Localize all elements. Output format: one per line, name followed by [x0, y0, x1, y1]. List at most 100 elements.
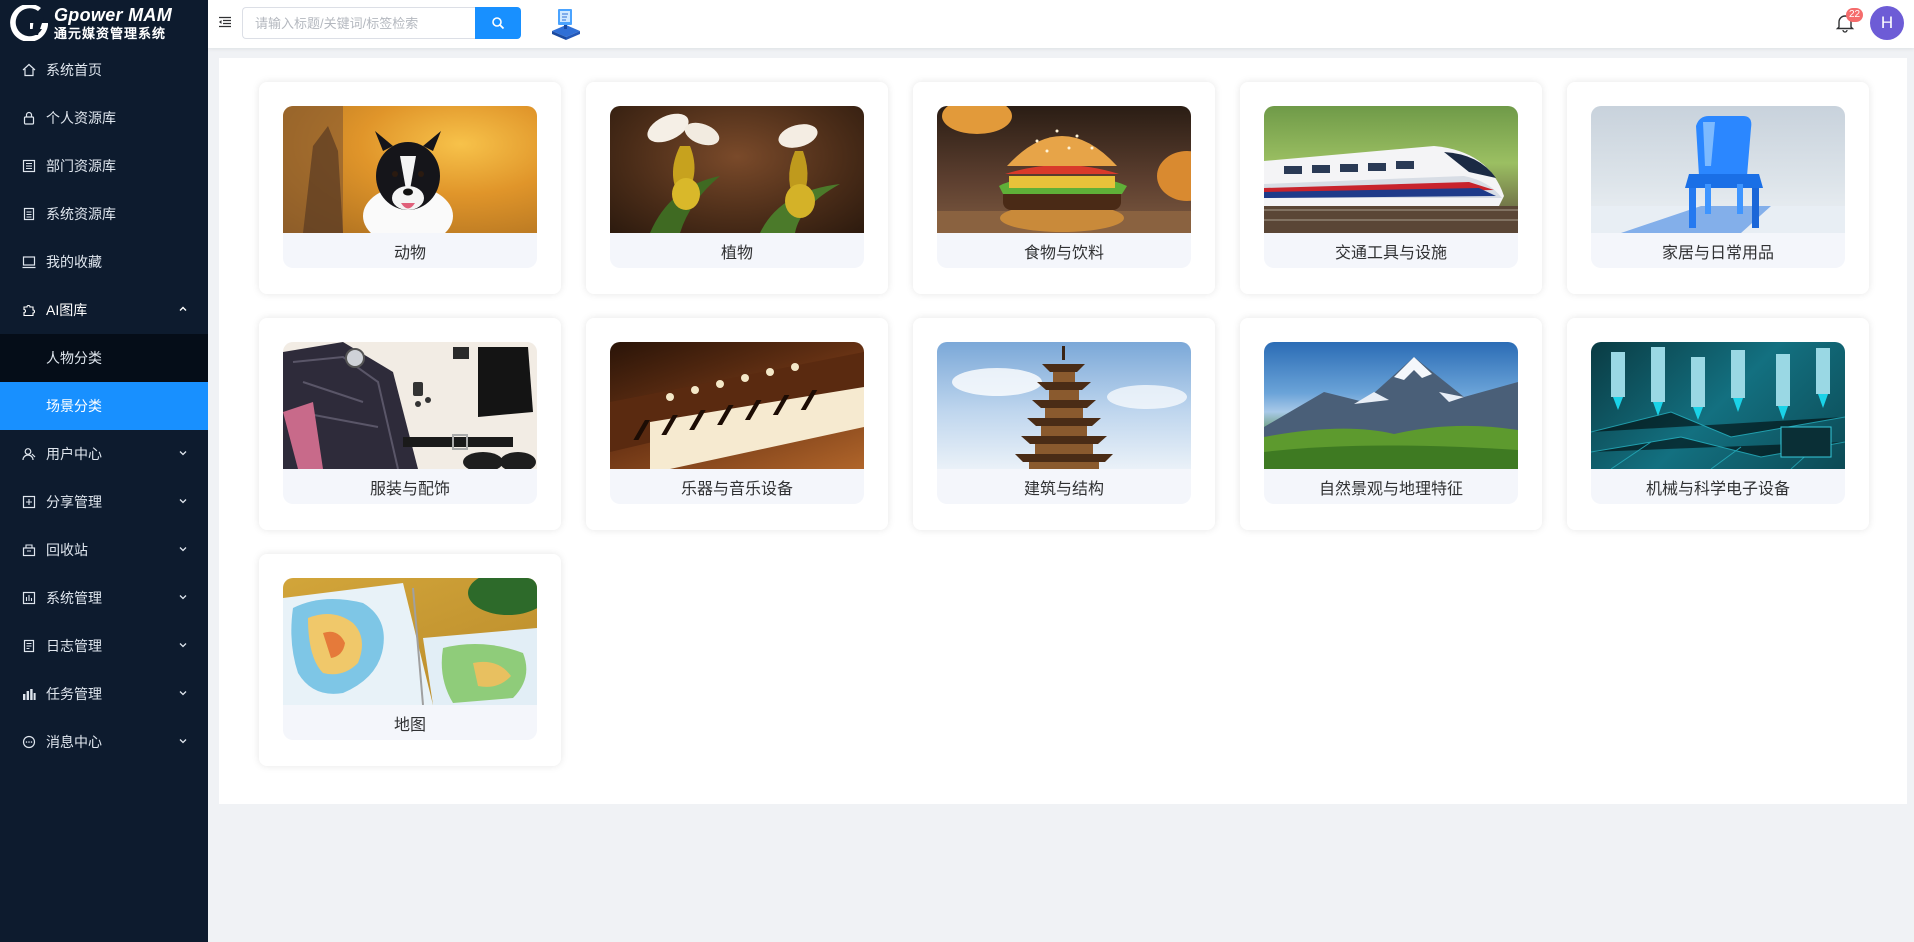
category-image-train [1264, 106, 1518, 233]
category-card-technology[interactable]: 机械与科学电子设备 [1567, 318, 1869, 530]
top-header: 22 H [208, 0, 1914, 48]
gpower-logo-icon [10, 5, 48, 41]
sidebar-item-log-management[interactable]: 日志管理 [0, 622, 208, 670]
sidebar-menu: 系统首页 个人资源库 部门资源库 系统资源库 我的收藏 AI图库 人物分类 场景… [0, 46, 208, 766]
category-card-nature[interactable]: 自然景观与地理特征 [1240, 318, 1542, 530]
category-image-mountain [1264, 342, 1518, 469]
category-card-animal[interactable]: 动物 [259, 82, 561, 294]
category-image-piano [610, 342, 864, 469]
sidebar-item-home[interactable]: 系统首页 [0, 46, 208, 94]
sidebar-item-label: 系统首页 [46, 62, 102, 78]
sidebar-item-label: 系统资源库 [46, 206, 116, 222]
category-image-clothes [283, 342, 537, 469]
ai-gallery-submenu: 人物分类 场景分类 [0, 334, 208, 430]
log-icon [23, 639, 35, 653]
chevron-down-icon [179, 451, 187, 456]
chevron-down-icon [179, 739, 187, 744]
home-icon [22, 63, 36, 77]
sidebar-item-label: 个人资源库 [46, 110, 116, 126]
scene-category-grid: 动物 植物 食物与饮料 交通工具与设施 家居与日常用品 服装与配饰 乐器与音乐设… [259, 82, 1869, 766]
category-label: 植物 [720, 244, 753, 262]
list-icon [23, 207, 35, 221]
share-icon [22, 495, 36, 509]
menu-fold-icon[interactable] [218, 15, 232, 29]
logo[interactable]: Gpower MAM 通元媒资管理系统 [0, 0, 208, 46]
search-button[interactable] [475, 7, 521, 39]
category-label: 服装与配饰 [369, 480, 450, 498]
sidebar-item-user-center[interactable]: 用户中心 [0, 430, 208, 478]
sidebar-item-label: 消息中心 [46, 734, 102, 750]
sidebar-item-label: 回收站 [46, 542, 88, 558]
chevron-down-icon [179, 691, 187, 696]
monitor-icon [22, 256, 36, 269]
chevron-down-icon [179, 499, 187, 504]
puzzle-icon [23, 305, 35, 317]
sidebar-item-system-library[interactable]: 系统资源库 [0, 190, 208, 238]
category-image-orchid [610, 106, 864, 233]
avatar[interactable]: H [1870, 6, 1904, 40]
chevron-down-icon [179, 547, 187, 552]
building-icon [22, 159, 36, 173]
category-image-circuit [1591, 342, 1845, 469]
sidebar-item-label: 分享管理 [46, 494, 102, 510]
category-image-dog [283, 106, 537, 233]
chat-icon [22, 735, 36, 749]
search-input[interactable] [242, 7, 476, 39]
category-label: 地图 [393, 716, 426, 734]
sidebar-item-recycle-bin[interactable]: 回收站 [0, 526, 208, 574]
category-label: 自然景观与地理特征 [1318, 480, 1463, 498]
lock-icon [23, 111, 35, 125]
sidebar: Gpower MAM 通元媒资管理系统 系统首页 个人资源库 部门资源库 系统资… [0, 0, 208, 942]
sidebar-item-personal-library[interactable]: 个人资源库 [0, 94, 208, 142]
search-icon [492, 17, 505, 30]
category-card-map[interactable]: 地图 [259, 554, 561, 766]
category-label: 交通工具与设施 [1334, 244, 1447, 262]
logo-title-en: Gpower MAM [54, 5, 172, 25]
category-label: 建筑与结构 [1023, 480, 1104, 498]
sidebar-item-department-library[interactable]: 部门资源库 [0, 142, 208, 190]
sidebar-item-label: 人物分类 [46, 350, 102, 366]
sidebar-item-scene-classification[interactable]: 场景分类 [0, 382, 208, 430]
sidebar-item-message-center[interactable]: 消息中心 [0, 718, 208, 766]
sidebar-item-label: 任务管理 [46, 686, 102, 702]
sidebar-item-label: 部门资源库 [46, 158, 116, 174]
sidebar-item-label: 系统管理 [46, 590, 102, 606]
category-card-architecture[interactable]: 建筑与结构 [913, 318, 1215, 530]
category-card-plant[interactable]: 植物 [586, 82, 888, 294]
chevron-down-icon [179, 643, 187, 648]
bin-icon [22, 544, 36, 557]
category-card-music[interactable]: 乐器与音乐设备 [586, 318, 888, 530]
sidebar-item-person-classification[interactable]: 人物分类 [0, 334, 208, 382]
sidebar-item-share-management[interactable]: 分享管理 [0, 478, 208, 526]
logo-title-cn: 通元媒资管理系统 [54, 26, 167, 41]
category-card-home[interactable]: 家居与日常用品 [1567, 82, 1869, 294]
category-image-burger [937, 106, 1191, 233]
sidebar-item-favorites[interactable]: 我的收藏 [0, 238, 208, 286]
sidebar-item-label: 用户中心 [46, 446, 102, 462]
category-image-pagoda [937, 342, 1191, 469]
settings-icon [22, 591, 36, 605]
main-content: 动物 植物 食物与饮料 交通工具与设施 家居与日常用品 服装与配饰 乐器与音乐设… [219, 58, 1907, 804]
sidebar-item-label: 日志管理 [46, 638, 102, 654]
sidebar-item-ai-gallery[interactable]: AI图库 [0, 286, 208, 334]
chevron-up-icon [179, 306, 187, 311]
chart-icon [23, 689, 36, 700]
sidebar-item-label: AI图库 [46, 302, 88, 318]
category-card-transport[interactable]: 交通工具与设施 [1240, 82, 1542, 294]
user-icon [22, 448, 36, 461]
category-label: 家居与日常用品 [1661, 244, 1774, 262]
computer-illustration-icon [552, 9, 580, 40]
notification-badge: 22 [1846, 8, 1864, 22]
category-label: 动物 [393, 244, 426, 262]
category-image-chair [1591, 106, 1845, 233]
category-image-atlas [283, 578, 537, 705]
sidebar-item-label: 场景分类 [46, 398, 102, 414]
category-card-clothing[interactable]: 服装与配饰 [259, 318, 561, 530]
chevron-down-icon [179, 595, 187, 600]
category-label: 机械与科学电子设备 [1645, 480, 1790, 498]
category-card-food[interactable]: 食物与饮料 [913, 82, 1215, 294]
category-label: 食物与饮料 [1023, 244, 1104, 262]
sidebar-item-task-management[interactable]: 任务管理 [0, 670, 208, 718]
sidebar-item-system-management[interactable]: 系统管理 [0, 574, 208, 622]
category-label: 乐器与音乐设备 [680, 480, 793, 498]
